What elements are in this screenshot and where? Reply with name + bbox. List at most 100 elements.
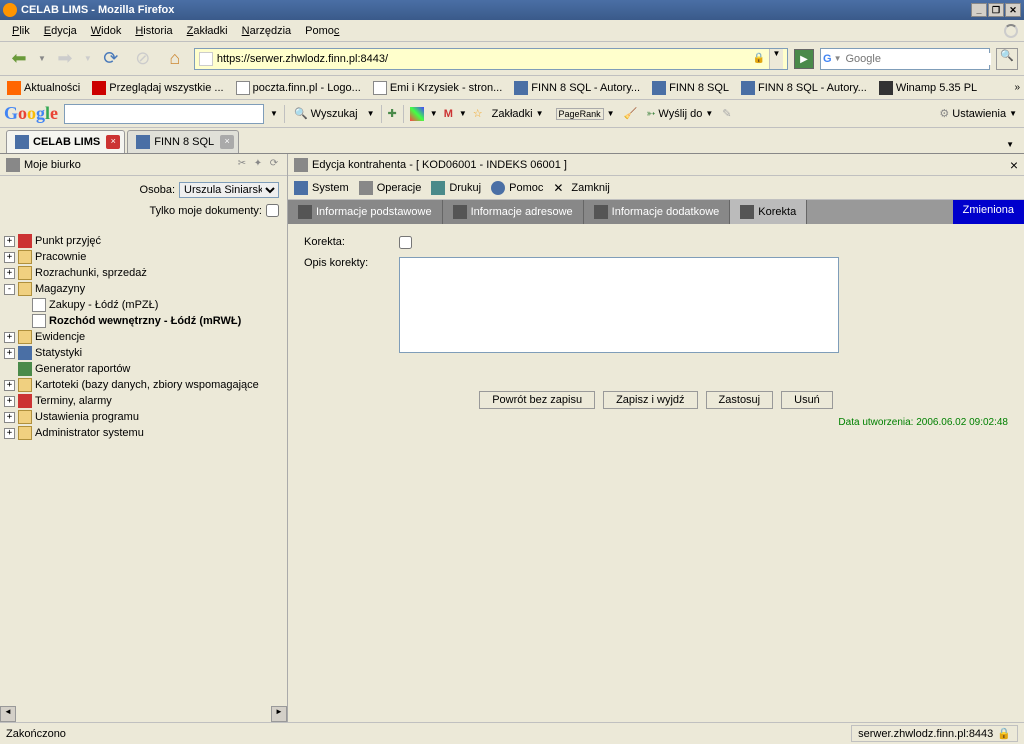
opis-textarea[interactable] <box>399 257 839 353</box>
go-button[interactable]: ▶ <box>794 49 814 69</box>
site-icon <box>199 52 213 66</box>
tab-additional-info[interactable]: Informacje dodatkowe <box>584 200 731 224</box>
osoba-select[interactable]: Urszula Siniarska <box>179 182 279 198</box>
search-button[interactable]: 🔍 <box>996 48 1018 70</box>
clear-icon[interactable]: 🧹 <box>624 107 638 120</box>
pagerank[interactable]: PageRank▼ <box>553 108 618 120</box>
save-button[interactable]: Zapisz i wyjdź <box>603 391 697 409</box>
tree-item[interactable]: +Rozrachunki, sprzedaż <box>2 265 285 281</box>
expand-icon[interactable]: + <box>4 428 15 439</box>
url-dropdown[interactable]: ▼ <box>769 49 783 69</box>
tree-item[interactable]: Generator raportów <box>2 361 285 377</box>
bookmark-item[interactable]: Przeglądaj wszystkie ... <box>89 80 226 96</box>
tree-item[interactable]: -Magazyny <box>2 281 285 297</box>
scroll-left[interactable]: ◄ <box>0 706 16 722</box>
tree-item[interactable]: +Kartoteki (bazy danych, zbiory wspomaga… <box>2 377 285 393</box>
tab-close-button[interactable]: × <box>106 135 120 149</box>
google-search-button[interactable]: 🔍Wyszukaj <box>291 107 361 120</box>
minimize-button[interactable]: _ <box>971 3 987 17</box>
panel-close[interactable]: × <box>1010 157 1018 173</box>
expand-icon[interactable]: + <box>4 268 15 279</box>
expand-icon[interactable]: + <box>4 236 15 247</box>
url-bar[interactable]: https://serwer.zhwlodz.finn.pl:8443/ 🔒 ▼ <box>194 48 788 70</box>
bookmarks-overflow[interactable]: » <box>1014 82 1020 93</box>
tree-item[interactable]: +Ewidencje <box>2 329 285 345</box>
tab-basic-info[interactable]: Informacje podstawowe <box>288 200 443 224</box>
tree-item[interactable]: +Pracownie <box>2 249 285 265</box>
tab-address-info[interactable]: Informacje adresowe <box>443 200 584 224</box>
scroll-right[interactable]: ► <box>271 706 287 722</box>
search-box[interactable]: G▼ <box>820 48 990 70</box>
expand-icon[interactable]: + <box>4 412 15 423</box>
tool-icon[interactable]: ⟳ <box>267 158 281 172</box>
tool-icon[interactable]: ✂ <box>235 158 249 172</box>
tab-correction[interactable]: Korekta <box>730 200 807 224</box>
system-button[interactable]: System <box>294 181 349 195</box>
tool-icon[interactable]: ✦ <box>251 158 265 172</box>
bookmark-item[interactable]: Emi i Krzysiek - stron... <box>370 80 505 96</box>
close-button[interactable]: ✕Zamknij <box>553 181 610 195</box>
plus-icon[interactable]: ✚ <box>388 107 397 120</box>
menu-file[interactable]: Plik <box>6 23 36 39</box>
browser-tab[interactable]: FINN 8 SQL × <box>127 130 239 153</box>
forward-button[interactable]: ➡ <box>52 46 78 72</box>
expand-icon[interactable]: + <box>4 252 15 263</box>
delete-button[interactable]: Usuń <box>781 391 833 409</box>
browser-tab[interactable]: CELAB LIMS × <box>6 130 125 153</box>
bookmark-item[interactable]: FINN 8 SQL <box>649 80 732 96</box>
menu-history[interactable]: Historia <box>129 23 178 39</box>
google-settings[interactable]: ⚙Ustawienia▼ <box>936 107 1020 120</box>
star-icon[interactable]: ☆ <box>473 107 483 120</box>
gmail-icon[interactable]: M <box>444 108 453 120</box>
expand-icon[interactable]: + <box>4 332 15 343</box>
tree-item[interactable]: Zakupy - Łódź (mPZŁ) <box>2 297 285 313</box>
bookmark-item[interactable]: Winamp 5.35 PL <box>876 80 980 96</box>
operations-button[interactable]: Operacje <box>359 181 422 195</box>
home-button[interactable]: ⌂ <box>162 46 188 72</box>
bookmark-item[interactable]: poczta.finn.pl - Logo... <box>233 80 364 96</box>
bookmarks-toolbar: Aktualności Przeglądaj wszystkie ... poc… <box>0 76 1024 100</box>
opis-label: Opis korekty: <box>304 257 399 353</box>
expand-icon[interactable]: + <box>4 348 15 359</box>
rss-icon <box>7 81 21 95</box>
menu-view[interactable]: Widok <box>85 23 128 39</box>
docs-checkbox[interactable] <box>266 204 279 217</box>
browser-tabs: CELAB LIMS × FINN 8 SQL × ▼ <box>0 128 1024 154</box>
back-button[interactable]: ⬅ <box>6 46 32 72</box>
korekta-checkbox[interactable] <box>399 236 412 249</box>
tree-item-active[interactable]: Rozchód wewnętrzny - Łódź (mRWŁ) <box>2 313 285 329</box>
return-button[interactable]: Powrót bez zapisu <box>479 391 595 409</box>
menu-help[interactable]: Pomoc <box>299 23 345 39</box>
menu-tools[interactable]: Narzędzia <box>236 23 298 39</box>
expand-icon[interactable]: + <box>4 380 15 391</box>
search-input[interactable] <box>841 53 991 65</box>
url-text: https://serwer.zhwlodz.finn.pl:8443/ <box>217 53 749 65</box>
apply-button[interactable]: Zastosuj <box>706 391 774 409</box>
reload-button[interactable]: ⟳ <box>98 46 124 72</box>
send-to[interactable]: ➳Wyślij do▼ <box>643 107 716 120</box>
bookmark-item[interactable]: FINN 8 SQL - Autory... <box>511 80 643 96</box>
stop-button[interactable]: ⊘ <box>130 46 156 72</box>
collapse-icon[interactable]: - <box>4 284 15 295</box>
print-button[interactable]: Drukuj <box>431 181 481 195</box>
blocks-icon[interactable] <box>410 107 424 121</box>
tree-item[interactable]: +Administrator systemu <box>2 425 285 441</box>
tab-close-button[interactable]: × <box>220 135 234 149</box>
close-window-button[interactable]: ✕ <box>1005 3 1021 17</box>
tree-item[interactable]: +Punkt przyjęć <box>2 233 285 249</box>
highlight-icon[interactable]: ✎ <box>722 107 731 120</box>
google-search-input[interactable] <box>64 104 264 124</box>
restore-button[interactable]: ❐ <box>988 3 1004 17</box>
bookmark-item[interactable]: FINN 8 SQL - Autory... <box>738 80 870 96</box>
expand-icon[interactable]: + <box>4 396 15 407</box>
help-button[interactable]: Pomoc <box>491 181 543 195</box>
menu-edit[interactable]: Edycja <box>38 23 83 39</box>
tree-item[interactable]: +Statystyki <box>2 345 285 361</box>
menu-bookmarks[interactable]: Zakładki <box>181 23 234 39</box>
tree-scrollbar[interactable]: ◄ ► <box>0 706 287 722</box>
google-bookmarks[interactable]: Zakładki▼ <box>489 108 547 120</box>
tree-item[interactable]: +Ustawienia programu <box>2 409 285 425</box>
tabs-dropdown[interactable]: ▼ <box>1002 136 1018 153</box>
tree-item[interactable]: +Terminy, alarmy <box>2 393 285 409</box>
bookmark-item[interactable]: Aktualności <box>4 80 83 96</box>
